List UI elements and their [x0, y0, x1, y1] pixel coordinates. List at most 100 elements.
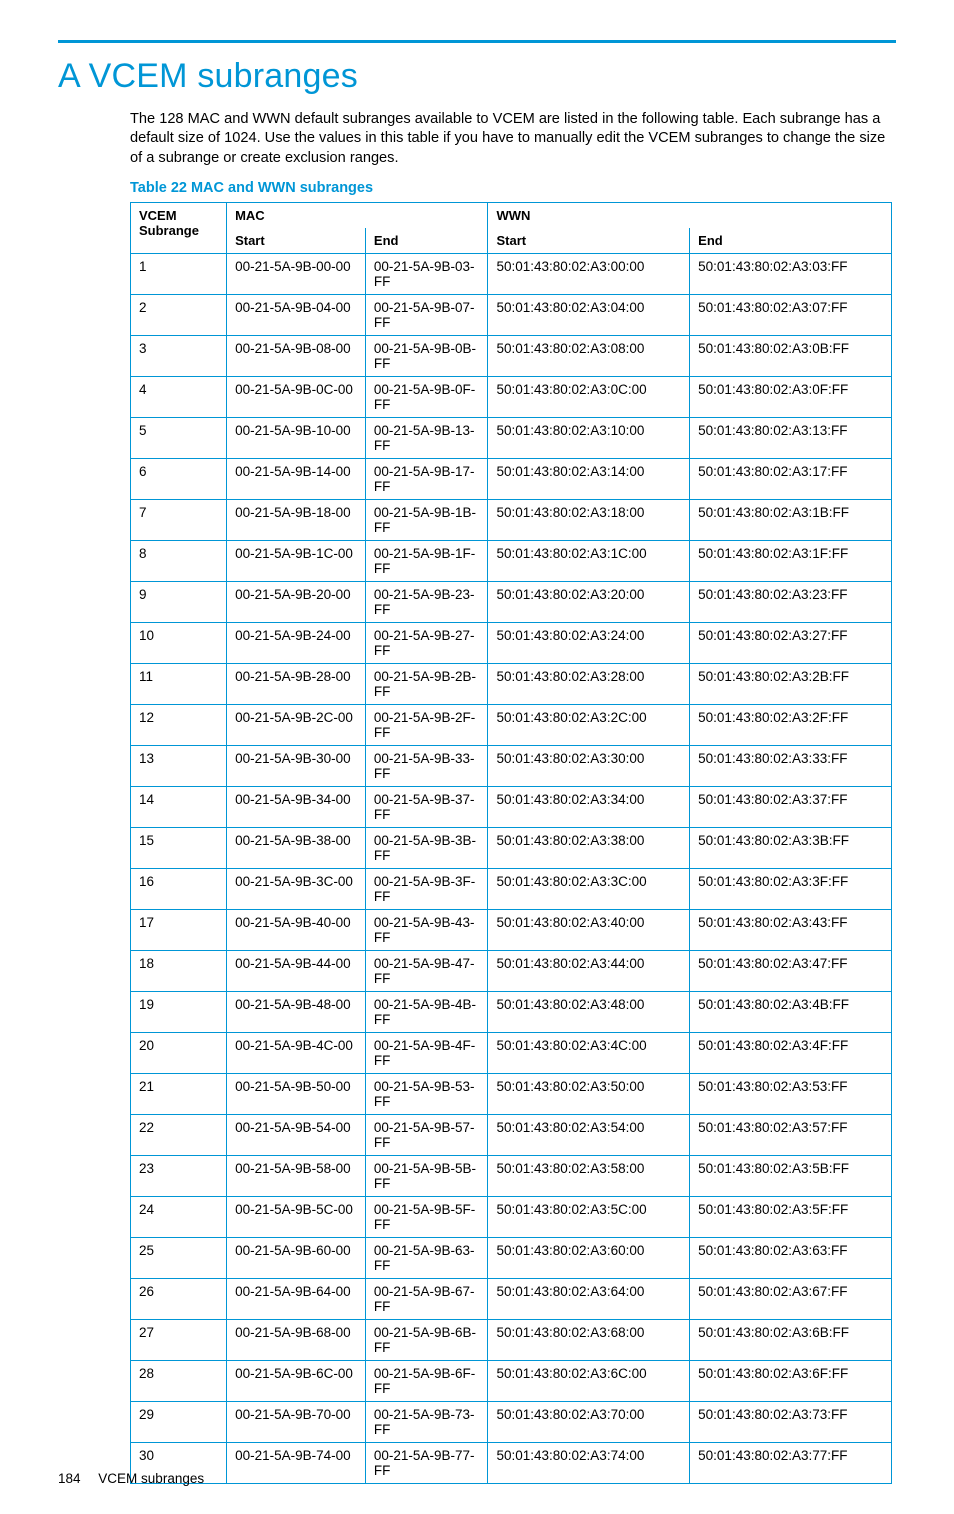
page-heading: A VCEM subranges	[58, 57, 896, 96]
page-number: 184	[58, 1471, 81, 1486]
document-page: A VCEM subranges The 128 MAC and WWN def…	[0, 0, 954, 1514]
table-row: 100-21-5A-9B-00-0000-21-5A-9B-03-FF50:01…	[131, 253, 892, 294]
table-cell: 7	[131, 499, 227, 540]
table-cell: 50:01:43:80:02:A3:3B:FF	[690, 827, 892, 868]
table-cell: 00-21-5A-9B-08-00	[227, 335, 366, 376]
table-row: 2900-21-5A-9B-70-0000-21-5A-9B-73-FF50:0…	[131, 1401, 892, 1442]
table-cell: 28	[131, 1360, 227, 1401]
top-rule	[58, 40, 896, 43]
table-cell: 50:01:43:80:02:A3:73:FF	[690, 1401, 892, 1442]
table-cell: 50:01:43:80:02:A3:38:00	[488, 827, 690, 868]
table-cell: 50:01:43:80:02:A3:17:FF	[690, 458, 892, 499]
table-cell: 00-21-5A-9B-73-FF	[365, 1401, 488, 1442]
table-cell: 00-21-5A-9B-1B-FF	[365, 499, 488, 540]
table-row: 2200-21-5A-9B-54-0000-21-5A-9B-57-FF50:0…	[131, 1114, 892, 1155]
table-cell: 9	[131, 581, 227, 622]
table-cell: 50:01:43:80:02:A3:1F:FF	[690, 540, 892, 581]
table-cell: 50:01:43:80:02:A3:60:00	[488, 1237, 690, 1278]
table-row: 500-21-5A-9B-10-0000-21-5A-9B-13-FF50:01…	[131, 417, 892, 458]
table-cell: 00-21-5A-9B-77-FF	[365, 1442, 488, 1483]
table-cell: 00-21-5A-9B-4F-FF	[365, 1032, 488, 1073]
col-header-mac-end: End	[365, 228, 488, 254]
table-cell: 25	[131, 1237, 227, 1278]
table-cell: 50:01:43:80:02:A3:2B:FF	[690, 663, 892, 704]
table-cell: 00-21-5A-9B-2B-FF	[365, 663, 488, 704]
table-cell: 50:01:43:80:02:A3:14:00	[488, 458, 690, 499]
table-cell: 50:01:43:80:02:A3:40:00	[488, 909, 690, 950]
table-cell: 50:01:43:80:02:A3:37:FF	[690, 786, 892, 827]
table-cell: 00-21-5A-9B-07-FF	[365, 294, 488, 335]
table-cell: 00-21-5A-9B-10-00	[227, 417, 366, 458]
table-row: 2800-21-5A-9B-6C-0000-21-5A-9B-6F-FF50:0…	[131, 1360, 892, 1401]
table-cell: 50:01:43:80:02:A3:13:FF	[690, 417, 892, 458]
table-cell: 00-21-5A-9B-44-00	[227, 950, 366, 991]
table-row: 2700-21-5A-9B-68-0000-21-5A-9B-6B-FF50:0…	[131, 1319, 892, 1360]
table-cell: 00-21-5A-9B-5B-FF	[365, 1155, 488, 1196]
table-cell: 00-21-5A-9B-53-FF	[365, 1073, 488, 1114]
table-cell: 18	[131, 950, 227, 991]
table-cell: 50:01:43:80:02:A3:6F:FF	[690, 1360, 892, 1401]
table-cell: 6	[131, 458, 227, 499]
table-cell: 27	[131, 1319, 227, 1360]
table-cell: 50:01:43:80:02:A3:53:FF	[690, 1073, 892, 1114]
table-cell: 50:01:43:80:02:A3:48:00	[488, 991, 690, 1032]
table-cell: 50:01:43:80:02:A3:0F:FF	[690, 376, 892, 417]
table-row: 2300-21-5A-9B-58-0000-21-5A-9B-5B-FF50:0…	[131, 1155, 892, 1196]
table-cell: 17	[131, 909, 227, 950]
table-cell: 00-21-5A-9B-3F-FF	[365, 868, 488, 909]
table-row: 2100-21-5A-9B-50-0000-21-5A-9B-53-FF50:0…	[131, 1073, 892, 1114]
table-row: 400-21-5A-9B-0C-0000-21-5A-9B-0F-FF50:01…	[131, 376, 892, 417]
table-cell: 50:01:43:80:02:A3:50:00	[488, 1073, 690, 1114]
table-cell: 50:01:43:80:02:A3:57:FF	[690, 1114, 892, 1155]
table-cell: 50:01:43:80:02:A3:5F:FF	[690, 1196, 892, 1237]
table-cell: 00-21-5A-9B-0F-FF	[365, 376, 488, 417]
table-cell: 00-21-5A-9B-1C-00	[227, 540, 366, 581]
table-row: 1900-21-5A-9B-48-0000-21-5A-9B-4B-FF50:0…	[131, 991, 892, 1032]
table-cell: 50:01:43:80:02:A3:0C:00	[488, 376, 690, 417]
table-cell: 00-21-5A-9B-33-FF	[365, 745, 488, 786]
table-cell: 00-21-5A-9B-18-00	[227, 499, 366, 540]
table-cell: 00-21-5A-9B-43-FF	[365, 909, 488, 950]
table-row: 2000-21-5A-9B-4C-0000-21-5A-9B-4F-FF50:0…	[131, 1032, 892, 1073]
table-body: 100-21-5A-9B-00-0000-21-5A-9B-03-FF50:01…	[131, 253, 892, 1483]
col-header-wwn: WWN	[488, 202, 892, 228]
table-cell: 00-21-5A-9B-50-00	[227, 1073, 366, 1114]
table-cell: 50:01:43:80:02:A3:10:00	[488, 417, 690, 458]
table-cell: 00-21-5A-9B-54-00	[227, 1114, 366, 1155]
table-cell: 00-21-5A-9B-70-00	[227, 1401, 366, 1442]
table-cell: 00-21-5A-9B-67-FF	[365, 1278, 488, 1319]
table-cell: 00-21-5A-9B-37-FF	[365, 786, 488, 827]
table-cell: 00-21-5A-9B-4C-00	[227, 1032, 366, 1073]
table-cell: 00-21-5A-9B-00-00	[227, 253, 366, 294]
table-row: 1500-21-5A-9B-38-0000-21-5A-9B-3B-FF50:0…	[131, 827, 892, 868]
table-cell: 00-21-5A-9B-6F-FF	[365, 1360, 488, 1401]
table-cell: 26	[131, 1278, 227, 1319]
table-cell: 00-21-5A-9B-47-FF	[365, 950, 488, 991]
table-cell: 50:01:43:80:02:A3:24:00	[488, 622, 690, 663]
table-cell: 00-21-5A-9B-2F-FF	[365, 704, 488, 745]
table-cell: 2	[131, 294, 227, 335]
table-cell: 00-21-5A-9B-13-FF	[365, 417, 488, 458]
table-cell: 21	[131, 1073, 227, 1114]
table-cell: 50:01:43:80:02:A3:3C:00	[488, 868, 690, 909]
table-row: 2500-21-5A-9B-60-0000-21-5A-9B-63-FF50:0…	[131, 1237, 892, 1278]
table-cell: 50:01:43:80:02:A3:63:FF	[690, 1237, 892, 1278]
table-cell: 50:01:43:80:02:A3:6B:FF	[690, 1319, 892, 1360]
table-cell: 00-21-5A-9B-30-00	[227, 745, 366, 786]
table-row: 600-21-5A-9B-14-0000-21-5A-9B-17-FF50:01…	[131, 458, 892, 499]
col-header-subrange: VCEM Subrange	[131, 202, 227, 253]
table-cell: 50:01:43:80:02:A3:54:00	[488, 1114, 690, 1155]
table-cell: 00-21-5A-9B-20-00	[227, 581, 366, 622]
col-header-mac-start: Start	[227, 228, 366, 254]
table-cell: 5	[131, 417, 227, 458]
table-cell: 50:01:43:80:02:A3:1C:00	[488, 540, 690, 581]
table-cell: 50:01:43:80:02:A3:64:00	[488, 1278, 690, 1319]
table-cell: 50:01:43:80:02:A3:30:00	[488, 745, 690, 786]
table-cell: 00-21-5A-9B-64-00	[227, 1278, 366, 1319]
table-cell: 00-21-5A-9B-04-00	[227, 294, 366, 335]
table-row: 2400-21-5A-9B-5C-0000-21-5A-9B-5F-FF50:0…	[131, 1196, 892, 1237]
page-footer: 184 VCEM subranges	[58, 1471, 204, 1486]
table-cell: 00-21-5A-9B-14-00	[227, 458, 366, 499]
col-header-wwn-end: End	[690, 228, 892, 254]
table-cell: 50:01:43:80:02:A3:2C:00	[488, 704, 690, 745]
